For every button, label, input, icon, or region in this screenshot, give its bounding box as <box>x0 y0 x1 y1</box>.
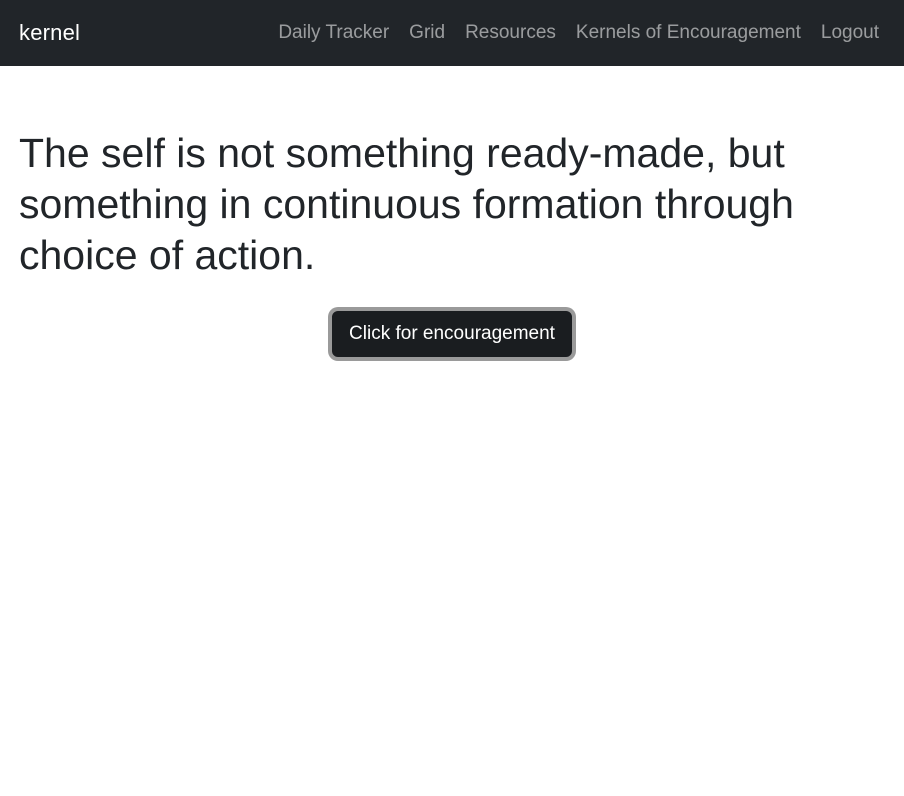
nav-link-kernels-of-encouragement[interactable]: Kernels of Encouragement <box>566 22 811 44</box>
nav-links: Daily Tracker Grid Resources Kernels of … <box>268 22 885 44</box>
nav-link-grid[interactable]: Grid <box>399 22 455 44</box>
nav-link-logout[interactable]: Logout <box>811 22 885 44</box>
encouragement-quote: The self is not something ready-made, bu… <box>19 130 794 278</box>
button-container: Click for encouragement <box>19 311 885 357</box>
nav-link-resources[interactable]: Resources <box>455 22 566 44</box>
brand-link[interactable]: kernel <box>19 20 80 46</box>
encouragement-button[interactable]: Click for encouragement <box>332 311 572 357</box>
main-content: The self is not something ready-made, bu… <box>0 66 904 357</box>
nav-link-daily-tracker[interactable]: Daily Tracker <box>268 22 399 44</box>
top-navbar: kernel Daily Tracker Grid Resources Kern… <box>0 0 904 66</box>
